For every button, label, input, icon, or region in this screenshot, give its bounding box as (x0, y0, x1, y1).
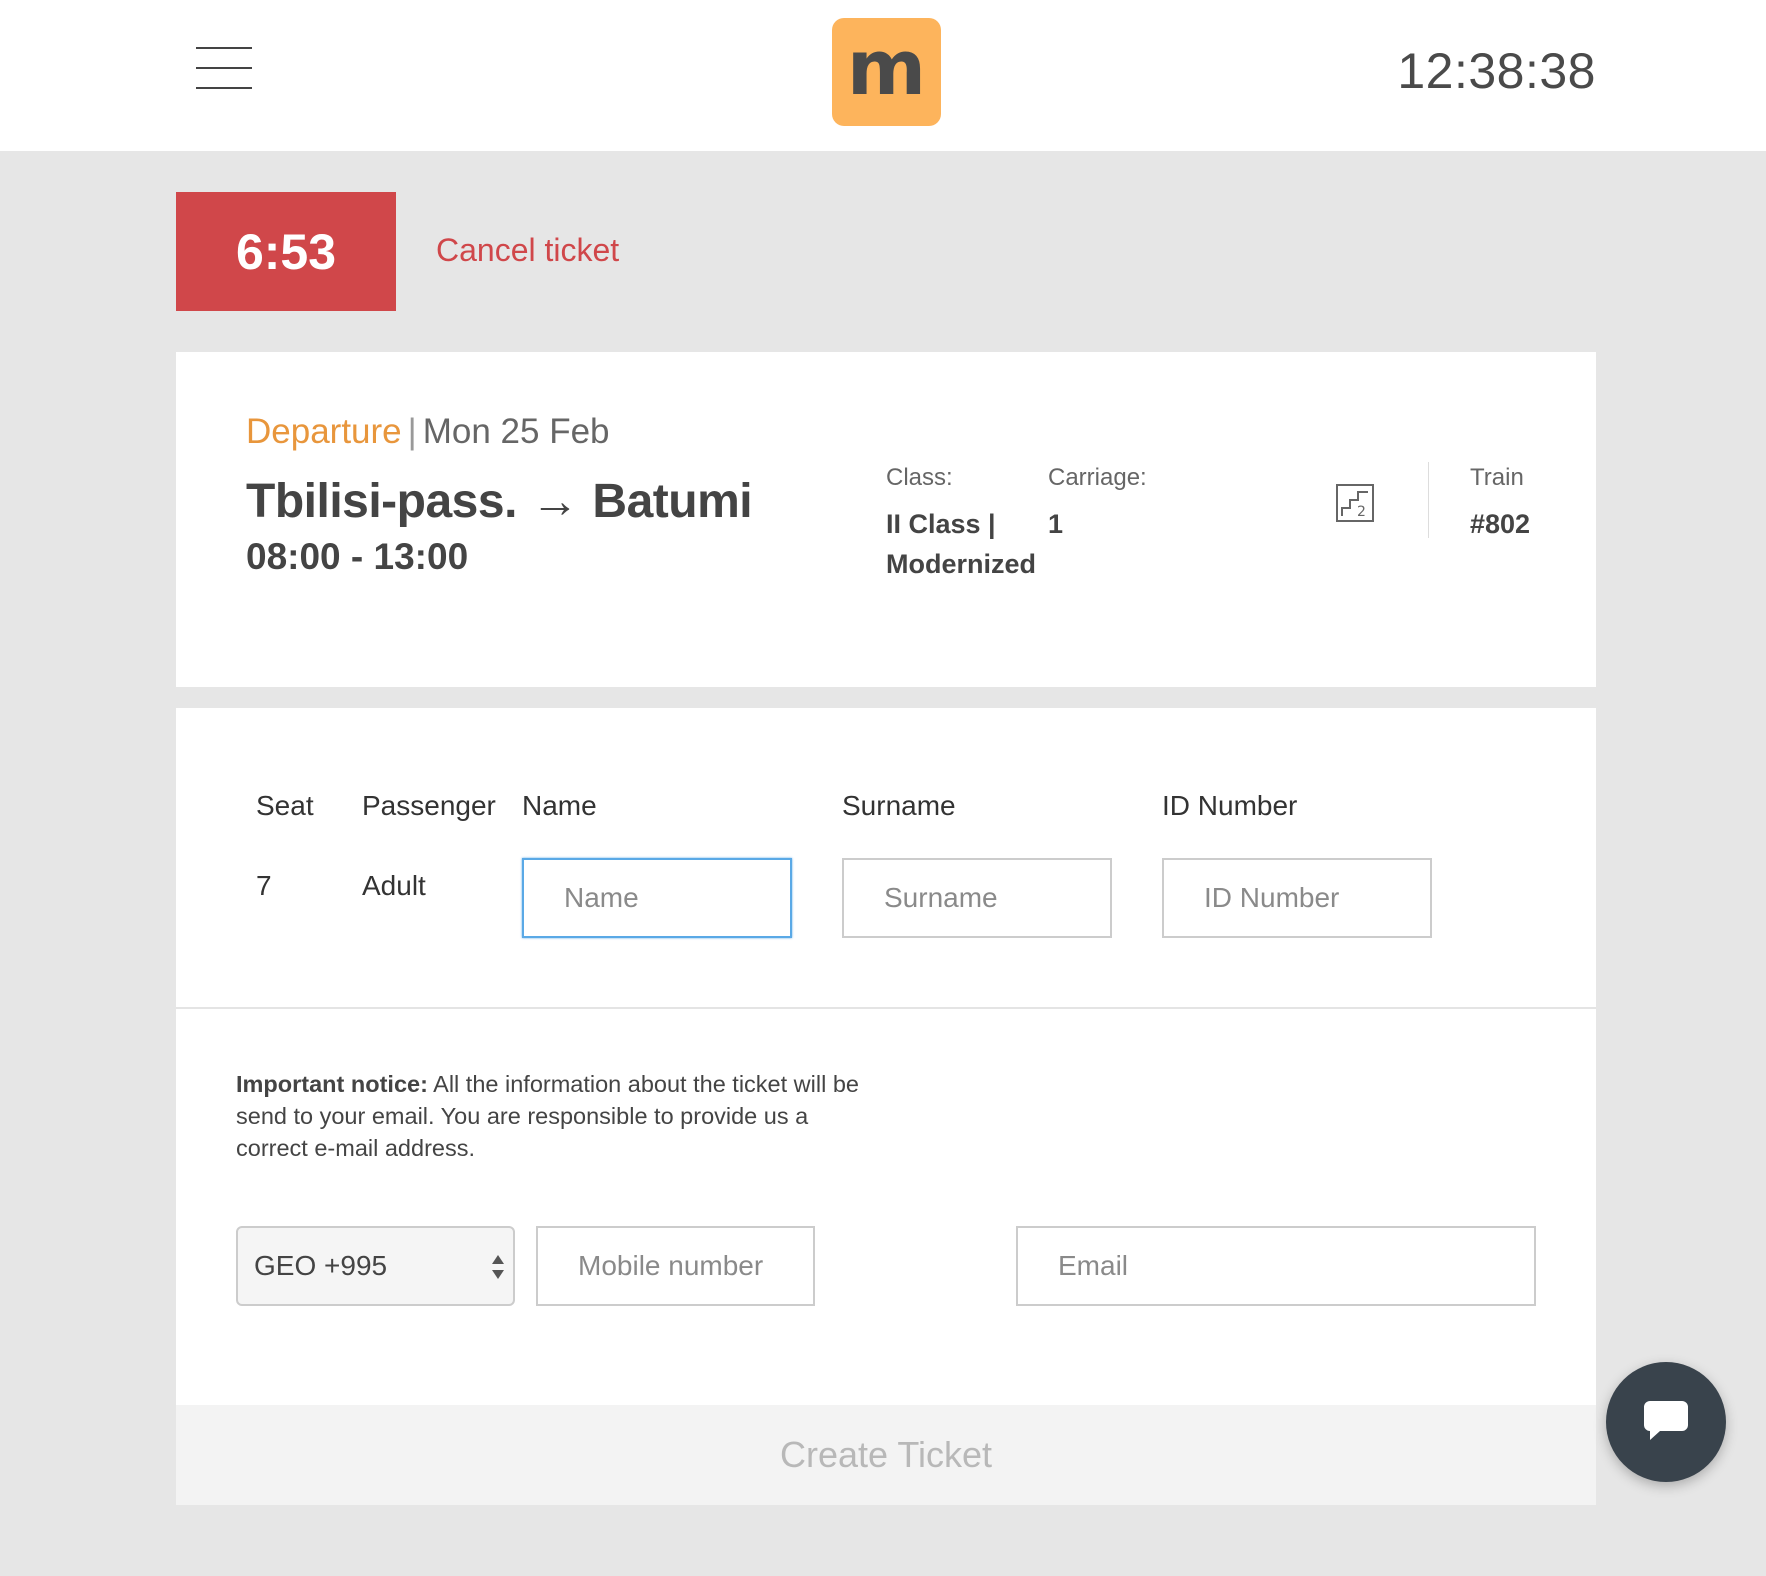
notice-title: Important notice: (236, 1071, 428, 1097)
info-divider (1428, 462, 1429, 538)
trip-date-line: Departure | Mon 25 Feb (246, 412, 610, 452)
trip-summary-card: Departure | Mon 25 Feb Tbilisi-pass. → Batum… (176, 352, 1596, 687)
trip-times: 08:00 - 13:00 (246, 536, 469, 577)
top-header: m 12:38:38 (0, 0, 1766, 151)
direction-label: Departure (246, 412, 402, 451)
col-header-passenger: Passenger (362, 790, 496, 821)
passenger-type: Adult (362, 870, 426, 901)
hamburger-menu-icon[interactable] (196, 47, 252, 91)
section-divider (176, 1007, 1596, 1009)
select-arrows-icon (491, 1252, 505, 1282)
class-label: Class: (886, 464, 953, 491)
route-origin: Tbilisi-pass. (246, 475, 517, 528)
carriage-value: 1 (1048, 509, 1064, 539)
app-logo[interactable]: m (832, 18, 941, 126)
route-destination: Batumi (592, 475, 753, 528)
train-number: #802 (1470, 509, 1531, 539)
chat-button[interactable] (1606, 1362, 1726, 1482)
class-value: II Class | Modernized (886, 509, 1037, 579)
name-input[interactable] (522, 858, 792, 938)
surname-input[interactable] (842, 858, 1112, 938)
create-ticket-button[interactable]: Create Ticket (176, 1405, 1596, 1505)
train-label: Train (1470, 464, 1524, 491)
clock-display: 12:38:38 (1397, 43, 1596, 99)
seat-number: 7 (256, 870, 272, 901)
col-header-surname: Surname (842, 790, 956, 821)
email-input[interactable] (1016, 1226, 1536, 1306)
col-header-id-number: ID Number (1162, 790, 1298, 821)
col-header-name: Name (522, 790, 597, 821)
carriage-info: Carriage: 1 (1048, 464, 1168, 544)
route: Tbilisi-pass. → Batumi (246, 474, 753, 529)
mobile-number-input[interactable] (536, 1226, 815, 1306)
id-number-input[interactable] (1162, 858, 1432, 938)
class-info: Class: II Class | Modernized (886, 464, 1046, 584)
train-info: Train #802 (1470, 464, 1530, 544)
carriage-label: Carriage: (1048, 464, 1147, 491)
country-code-value: GEO +995 (254, 1250, 388, 1281)
logo-letter: m (846, 23, 927, 112)
country-code-select[interactable]: GEO +995 (236, 1226, 515, 1306)
countdown-timer: 6:53 (176, 192, 396, 311)
important-notice: Important notice: All the information ab… (236, 1068, 876, 1164)
seat-map-icon[interactable]: 2 (1336, 484, 1374, 522)
chat-bubble-icon (1642, 1397, 1690, 1448)
trip-date: Mon 25 Feb (422, 412, 610, 451)
svg-text:2: 2 (1357, 504, 1366, 520)
date-separator: | (407, 412, 417, 451)
cancel-ticket-link[interactable]: Cancel ticket (436, 232, 619, 269)
passenger-form-card: Seat Passenger Name Surname ID Number 7 … (176, 708, 1596, 1505)
col-header-seat: Seat (256, 790, 314, 821)
route-arrow-icon: → (530, 475, 579, 528)
